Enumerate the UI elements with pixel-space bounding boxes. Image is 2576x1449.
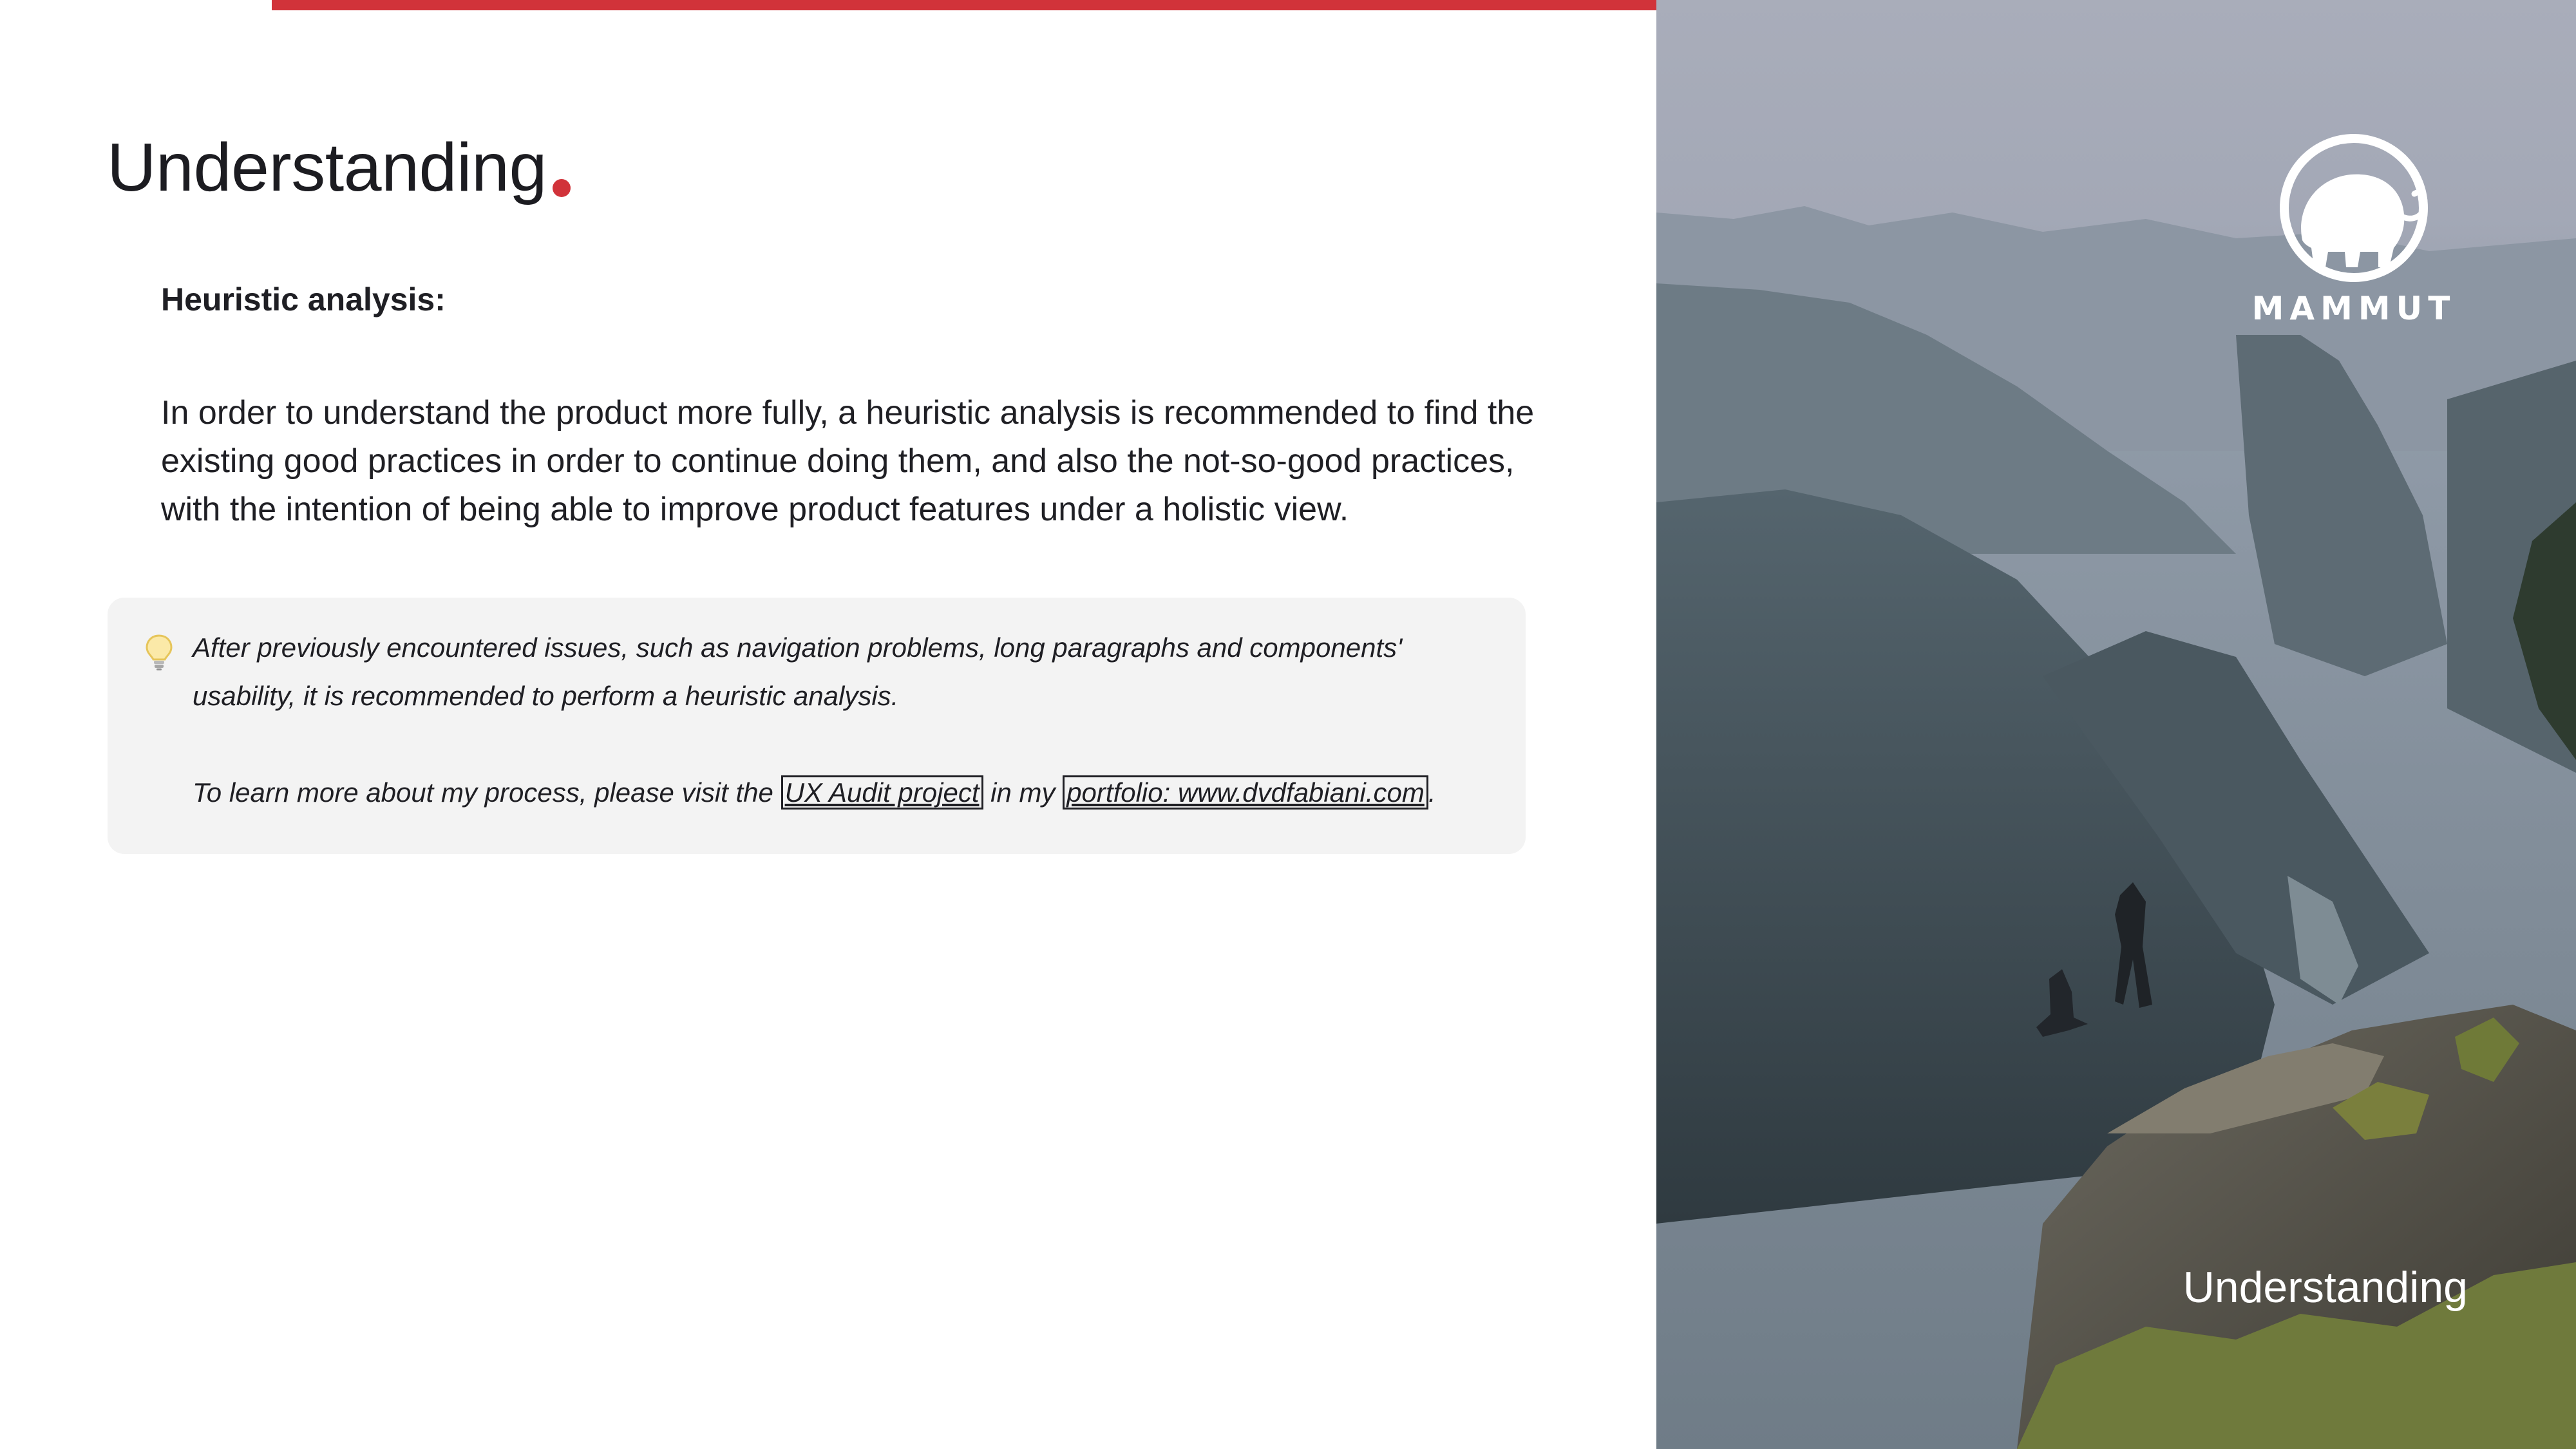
callout-paragraph-1: After previously encountered issues, suc…	[193, 632, 1403, 711]
callout-box: After previously encountered issues, suc…	[108, 598, 1526, 854]
callout-middle: in my	[990, 777, 1056, 808]
callout-paragraph-2: To learn more about my process, please v…	[193, 768, 1513, 817]
panel-caption: Understanding	[2183, 1263, 2468, 1312]
callout-suffix: .	[1428, 777, 1436, 808]
callout-prefix: To learn more about my process, please v…	[193, 777, 773, 808]
section-heading: Heuristic analysis:	[161, 281, 446, 317]
page-title: Understanding	[107, 129, 547, 205]
brand-name: MAMMUT	[2251, 290, 2456, 327]
lightbulb-icon	[146, 634, 173, 670]
portfolio-link[interactable]: portfolio: www.dvdfabiani.com	[1063, 775, 1428, 810]
intro-paragraph: In order to understand the product more …	[161, 394, 1535, 528]
accent-top-bar	[272, 0, 1656, 10]
title-accent-dot	[553, 179, 571, 197]
ux-audit-link[interactable]: UX Audit project	[781, 775, 983, 810]
